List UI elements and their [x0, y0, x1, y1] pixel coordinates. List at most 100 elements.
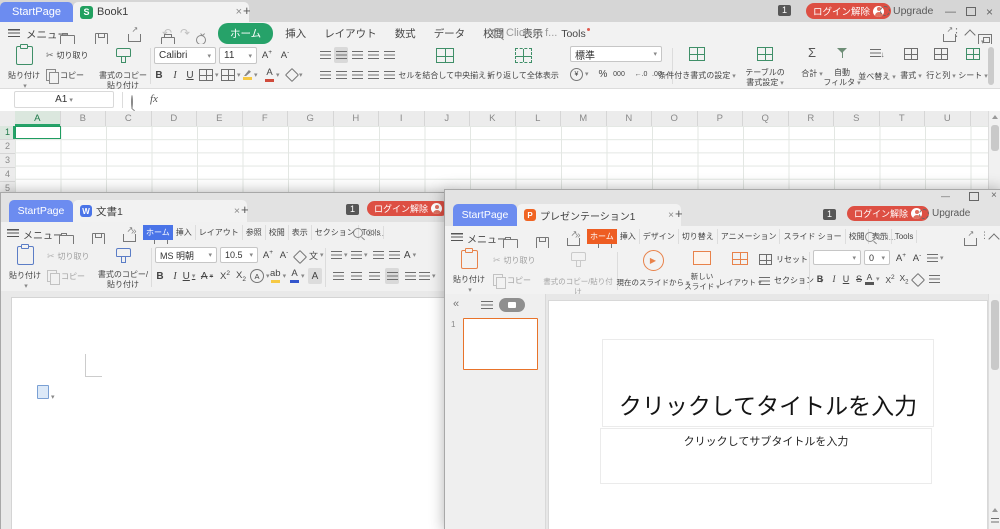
orientation-icon[interactable]	[366, 47, 380, 63]
align-left-icon[interactable]	[318, 67, 332, 83]
upgrade-button[interactable]: Upgrade	[919, 208, 970, 219]
login-status-button[interactable]: ログイン解除	[806, 3, 891, 19]
merge-center-button[interactable]: セルを結合して中央揃え	[430, 48, 460, 66]
et-menu-tab--[interactable]: データ	[428, 23, 472, 44]
font-size-select[interactable]: 10.5	[220, 247, 258, 263]
bullet-list-icon[interactable]	[927, 250, 944, 266]
col-header-v[interactable]: V	[971, 111, 989, 126]
login-status-button[interactable]: ログイン解除	[847, 206, 929, 221]
tab-book1[interactable]: S Book1 ×	[73, 2, 249, 22]
align-center-icon[interactable]	[334, 67, 348, 83]
hamburger-menu-icon[interactable]	[451, 233, 463, 241]
close-tab-icon[interactable]: ×	[234, 205, 240, 217]
sheet-grid[interactable]	[15, 126, 988, 192]
col-header-q[interactable]: Q	[743, 111, 789, 126]
strikethrough-icon[interactable]: S	[852, 271, 866, 287]
slide-title-placeholder[interactable]: クリックしてタイトルを入力	[602, 339, 934, 427]
collapse-panel-icon[interactable]: «	[453, 298, 459, 310]
tab-startpage[interactable]: StartPage	[0, 2, 73, 22]
pp-menu-tab--[interactable]: 挿入	[617, 229, 640, 244]
wrap-text-button[interactable]: 折り返して全体表示	[508, 48, 538, 66]
align-left-icon[interactable]	[927, 271, 941, 287]
collapse-ribbon-icon[interactable]	[964, 29, 975, 40]
font-color-icon[interactable]: A	[265, 67, 280, 83]
sort-button[interactable]: ↓並べ替え	[866, 48, 888, 60]
pp-menu-tab--[interactable]: アニメーション	[718, 229, 781, 244]
col-header-h[interactable]: H	[334, 111, 380, 126]
font-family-select[interactable]	[813, 250, 861, 265]
line-spacing-icon[interactable]	[419, 268, 436, 284]
tab-document1[interactable]: W 文書1 ×	[73, 200, 247, 222]
maximize-button[interactable]	[969, 192, 979, 201]
font-size-select[interactable]: 0	[864, 250, 890, 265]
close-window-button[interactable]: ×	[991, 191, 997, 201]
search-box[interactable]: Cli...	[865, 232, 896, 242]
col-header-b[interactable]: B	[61, 111, 107, 126]
new-slide-button[interactable]: 新しい スライド	[687, 251, 717, 268]
minimize-button[interactable]: —	[941, 192, 950, 201]
col-header-j[interactable]: J	[425, 111, 471, 126]
toolbar-overflow-icon[interactable]: »	[575, 230, 581, 241]
column-headers[interactable]: ABCDEFGHIJKLMNOPQRSTUV	[15, 111, 988, 127]
cell-name-box[interactable]: A1	[14, 91, 114, 108]
format-painter-button[interactable]: 書式のコピー/ 貼り付け	[97, 246, 149, 260]
clear-format-icon[interactable]	[293, 249, 307, 265]
col-header-p[interactable]: P	[698, 111, 744, 126]
et-menu-tab--[interactable]: 挿入	[279, 23, 312, 44]
new-tab-button[interactable]: +	[675, 207, 683, 220]
autofilter-button[interactable]: 自動 フィルタ	[832, 48, 852, 61]
number-format-select[interactable]: 標準	[570, 46, 662, 62]
pp-menu-tab--[interactable]: 切り替え	[679, 229, 718, 244]
decrease-font-icon[interactable]: A-	[278, 47, 292, 63]
col-header-t[interactable]: T	[880, 111, 926, 126]
cut-button[interactable]: ✂切り取り	[47, 251, 90, 262]
decrease-font-icon[interactable]: A-	[277, 247, 291, 263]
tab-startpage[interactable]: StartPage	[9, 200, 73, 222]
row-header-1[interactable]: 1	[0, 126, 15, 140]
search-box[interactable]: Click to f...	[492, 27, 557, 39]
format-button[interactable]: 書式	[900, 48, 922, 63]
italic-button[interactable]: I	[168, 67, 182, 83]
currency-format-icon[interactable]: ¥	[570, 66, 589, 82]
cut-button[interactable]: ✂切り取り	[46, 50, 89, 61]
paste-button[interactable]: 貼り付け	[451, 250, 487, 272]
formula-search-icon[interactable]	[131, 95, 133, 109]
layout-button[interactable]: レイアウト	[725, 252, 755, 268]
percent-format-icon[interactable]: %	[596, 66, 610, 82]
italic-button[interactable]: I	[168, 268, 182, 284]
col-header-u[interactable]: U	[925, 111, 971, 126]
main-menu-button[interactable]: メニュー	[23, 227, 63, 242]
align-left-icon[interactable]	[331, 268, 345, 284]
more-options-icon[interactable]: ⋮	[951, 26, 962, 39]
wr-menu-tab--[interactable]: 校閲	[266, 225, 289, 240]
minimize-button[interactable]: —	[945, 7, 956, 18]
hamburger-menu-icon[interactable]	[7, 229, 19, 237]
col-header-f[interactable]: F	[243, 111, 289, 126]
document-page[interactable]	[11, 297, 448, 529]
pp-menu-tab--[interactable]: スライド ショー	[780, 229, 845, 244]
toolbar-more-icon[interactable]: ⌄	[198, 26, 207, 39]
superscript-icon[interactable]: X2	[218, 268, 232, 284]
row-header-3[interactable]: 3	[0, 154, 15, 168]
col-header-r[interactable]: R	[789, 111, 835, 126]
clear-format-icon[interactable]	[911, 272, 925, 288]
new-tab-button[interactable]: +	[241, 203, 249, 216]
insert-function-button[interactable]: fx	[150, 93, 158, 105]
pp-menu-tab--[interactable]: ホーム	[587, 229, 617, 244]
bold-button[interactable]: B	[153, 268, 167, 284]
increase-decimal-icon[interactable]: ←.0	[634, 66, 648, 82]
rows-columns-button[interactable]: 行と列	[930, 48, 952, 63]
page-tool-icon[interactable]	[37, 385, 55, 402]
col-header-n[interactable]: N	[607, 111, 653, 126]
wr-menu-tab--[interactable]: セクション	[312, 225, 359, 240]
row-header-5[interactable]: 5	[0, 182, 15, 192]
row-headers[interactable]: 12345	[0, 126, 15, 192]
increase-font-icon[interactable]: A+	[261, 247, 275, 263]
login-status-button[interactable]: ログイン解除	[367, 201, 448, 216]
redo-icon[interactable]: ↷	[180, 26, 190, 40]
font-color-icon[interactable]: A	[290, 268, 305, 284]
reset-button[interactable]: リセット	[759, 254, 808, 265]
thumbnail-view-toggle[interactable]	[499, 298, 525, 312]
main-menu-button[interactable]: メニュー	[467, 231, 507, 246]
col-header-c[interactable]: C	[106, 111, 152, 126]
